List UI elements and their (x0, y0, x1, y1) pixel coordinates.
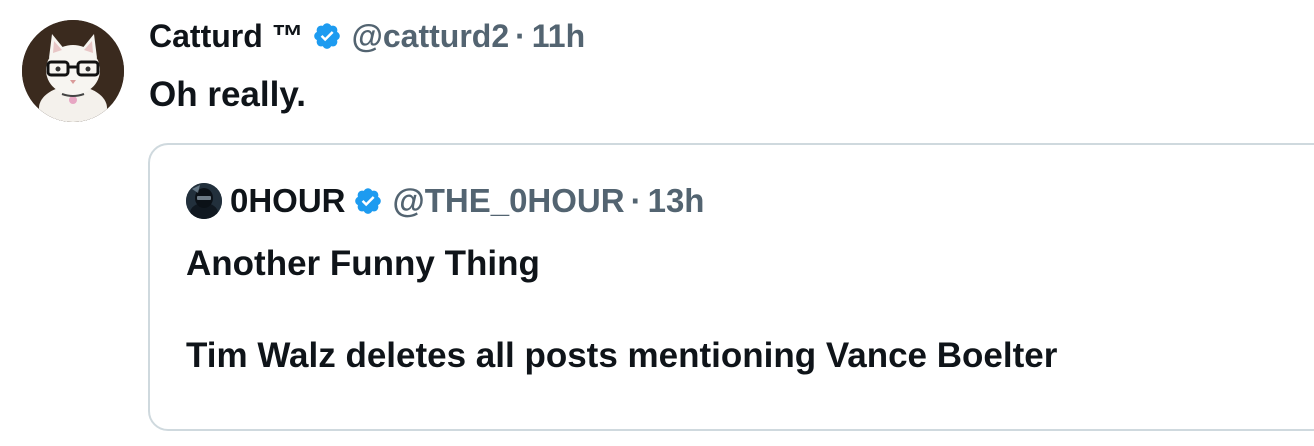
masked-figure-avatar (186, 183, 222, 219)
quoted-tweet-timestamp[interactable]: 13h (648, 181, 705, 221)
quoted-tweet-header: 0HOUR @THE_0HOUR · 13h (186, 181, 704, 221)
quoted-tweet-line-1: Another Funny Thing (186, 244, 540, 283)
author-avatar[interactable] (22, 20, 124, 122)
author-handle[interactable]: @catturd2 (352, 14, 509, 58)
tweet-timestamp[interactable]: 11h (532, 14, 585, 58)
tweet-header: Catturd ™ @catturd2 · 11h (149, 14, 585, 58)
quoted-author-handle[interactable]: @THE_0HOUR (393, 181, 625, 221)
verified-badge-icon (353, 186, 383, 216)
quoted-author-avatar[interactable] (186, 183, 222, 219)
quoted-header-separator: · (630, 182, 642, 219)
header-separator: · (515, 18, 526, 54)
tweet-text: Oh really. (149, 75, 306, 114)
quoted-tweet-line-2: Tim Walz deletes all posts mentioning Va… (186, 336, 1058, 375)
quoted-author-display-name[interactable]: 0HOUR (230, 181, 346, 221)
cat-with-glasses-avatar (22, 20, 124, 122)
quoted-tweet-card[interactable]: 0HOUR @THE_0HOUR · 13h Another Funny Thi… (148, 143, 1314, 431)
verified-badge-icon (312, 21, 342, 51)
quoted-tweet-blank-line (186, 287, 1057, 333)
author-display-name[interactable]: Catturd ™ (149, 14, 304, 58)
quoted-tweet-text: Another Funny Thing Tim Walz deletes all… (186, 241, 1057, 379)
